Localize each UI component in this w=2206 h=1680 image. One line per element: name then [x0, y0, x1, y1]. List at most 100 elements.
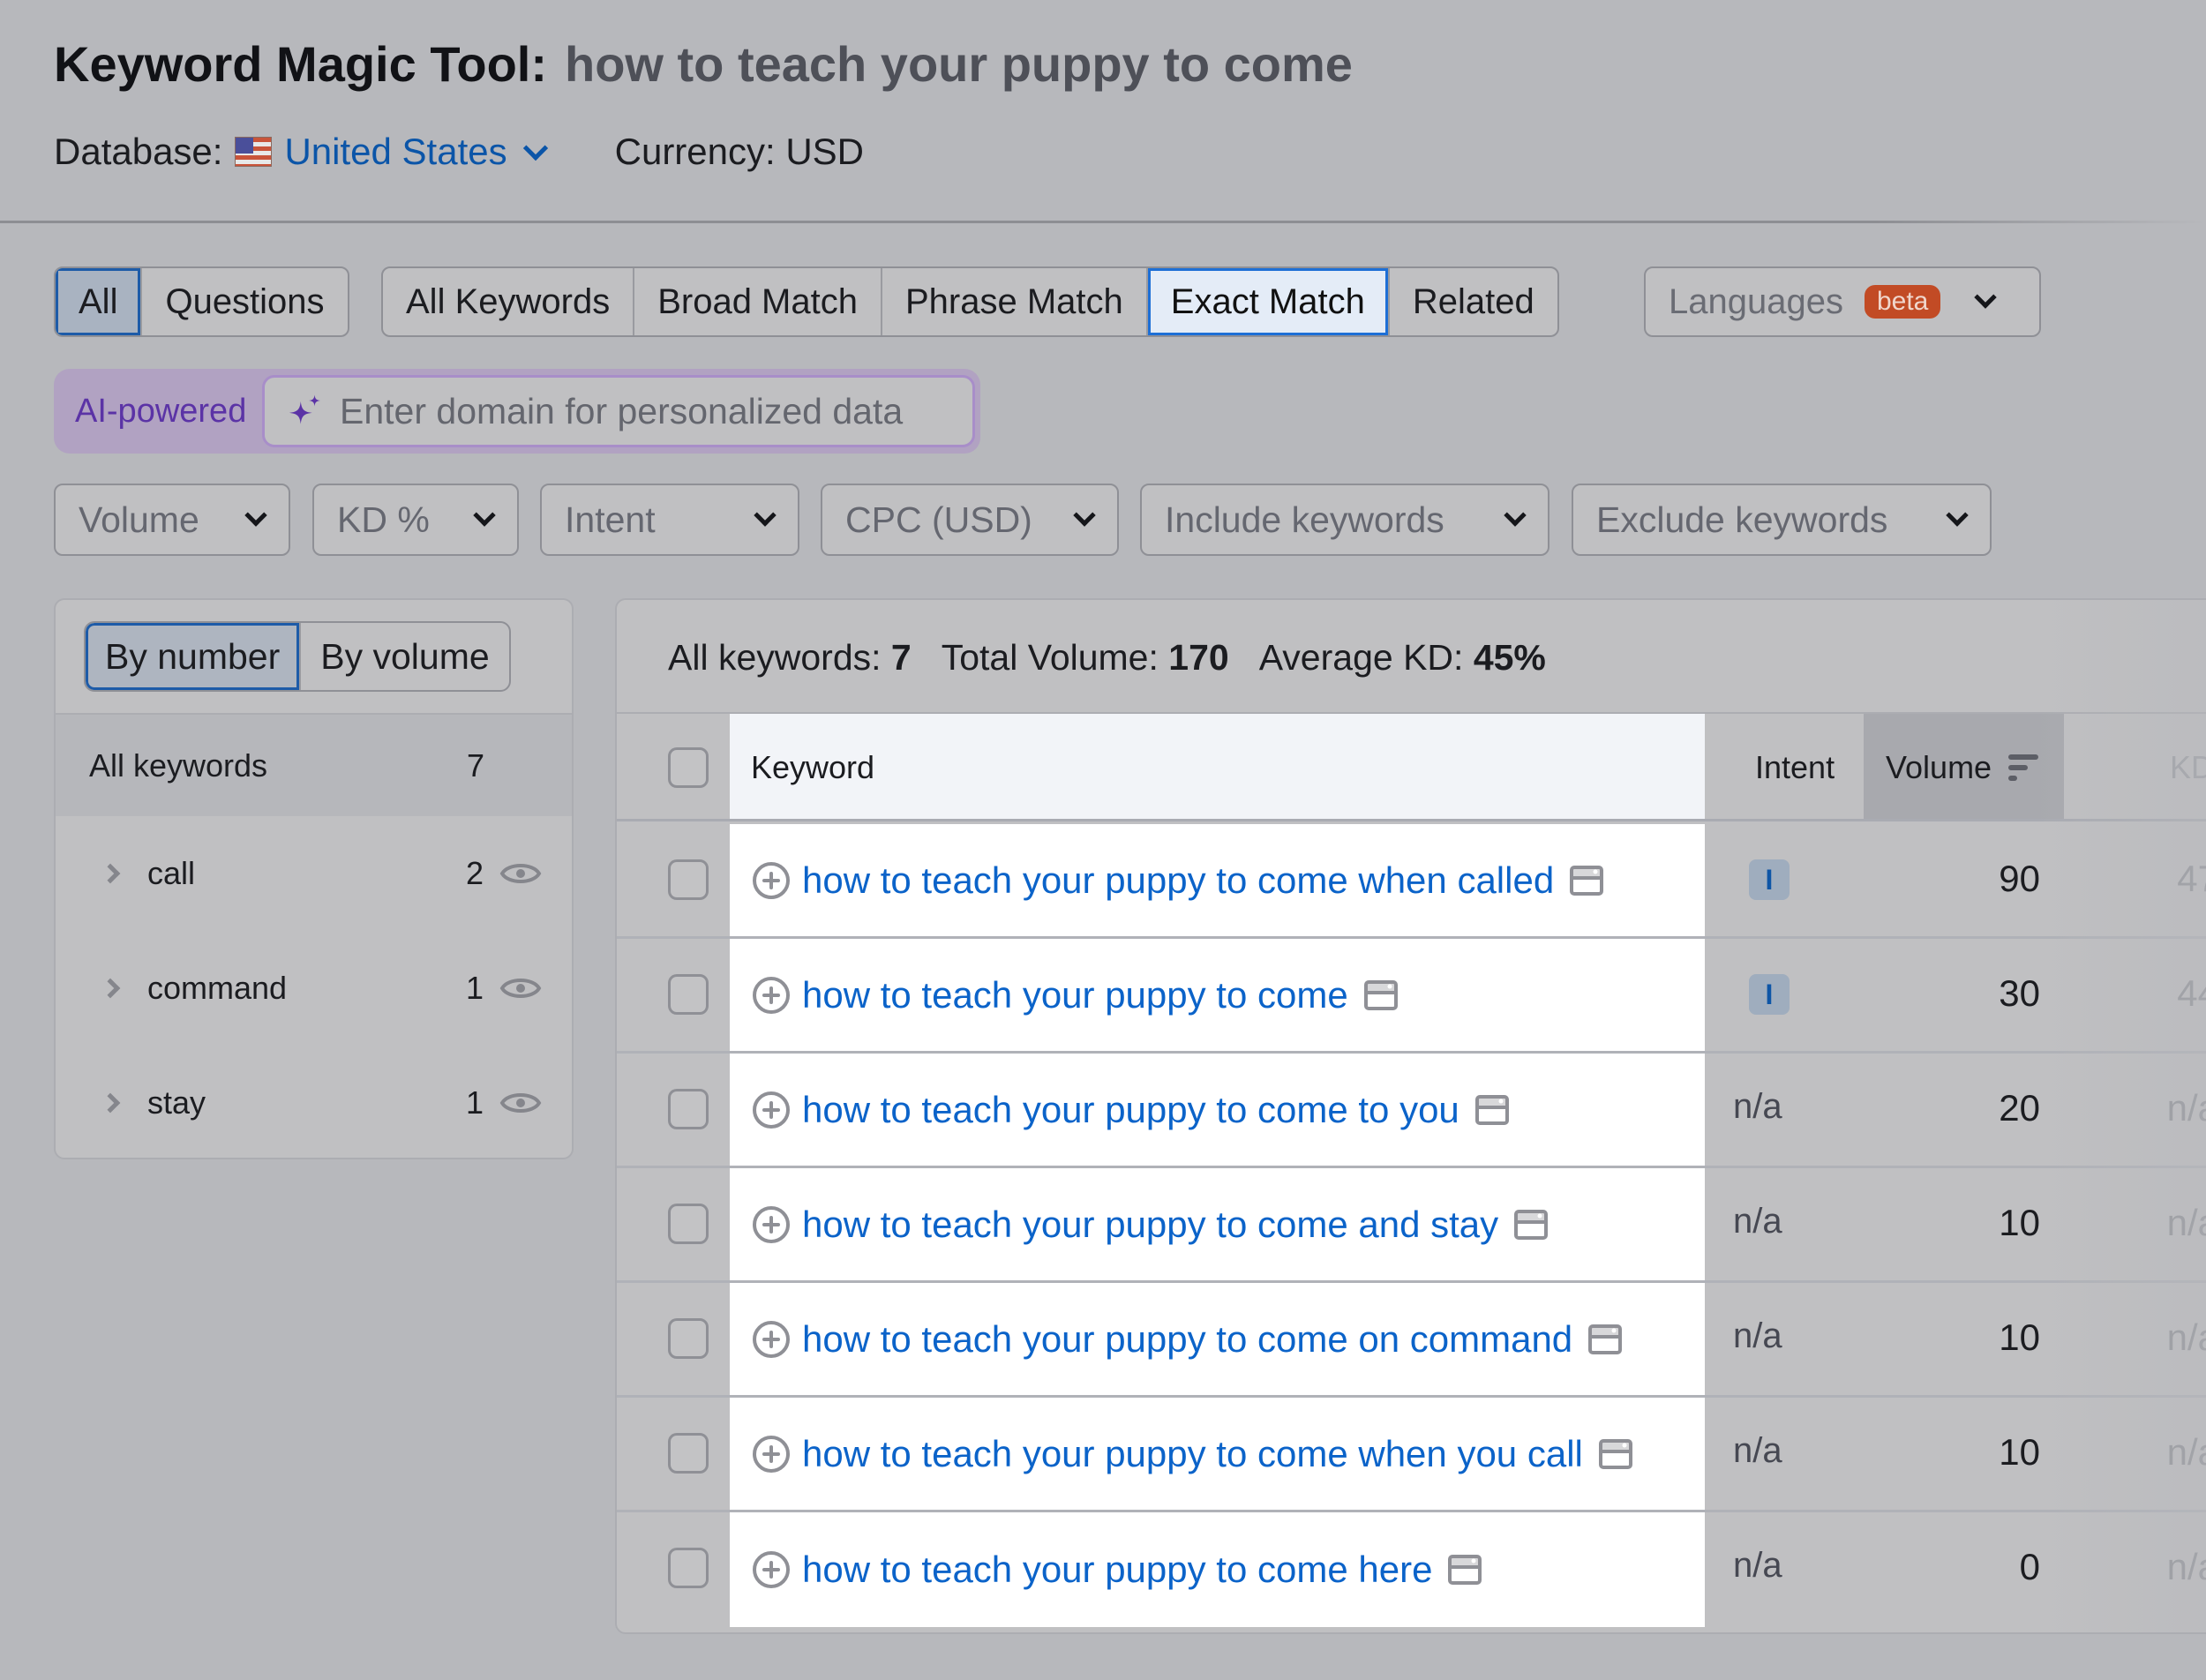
chevron-down-icon	[473, 504, 496, 527]
group-item[interactable]: command 1	[56, 944, 572, 1032]
keyword-cell: how to teach your puppy to come and stay	[730, 1168, 1705, 1280]
beta-badge: beta	[1864, 285, 1941, 319]
currency-label: Currency: USD	[614, 131, 865, 172]
volume-filter[interactable]: Volume	[54, 484, 290, 556]
serp-preview-icon[interactable]	[1570, 865, 1604, 896]
add-to-list-icon[interactable]	[751, 860, 792, 901]
intent-value: n/a	[1733, 1546, 1782, 1585]
chevron-right-icon[interactable]	[100, 863, 121, 884]
keyword-cell: how to teach your puppy to come here	[730, 1512, 1705, 1627]
column-header-intent[interactable]: Intent	[1755, 749, 1835, 786]
add-to-list-icon[interactable]	[751, 1319, 792, 1360]
table-row: how to teach your puppy to come I 30 44	[617, 939, 2206, 1054]
serp-preview-icon[interactable]	[1588, 1324, 1623, 1354]
intent-value: n/a	[1733, 1087, 1782, 1126]
cpc-filter[interactable]: CPC (USD)	[821, 484, 1119, 556]
group-name: command	[147, 970, 288, 1006]
serp-preview-icon[interactable]	[1514, 1209, 1549, 1240]
keyword-link[interactable]: how to teach your puppy to come when cal…	[802, 859, 1554, 902]
keyword-cell: how to teach your puppy to come when you…	[730, 1398, 1705, 1510]
group-item[interactable]: stay 1	[56, 1059, 572, 1147]
group-item[interactable]: call 2	[56, 829, 572, 918]
group-count: 2	[465, 855, 484, 891]
serp-preview-icon[interactable]	[1474, 1094, 1509, 1125]
summary-kd-value: 45%	[1473, 637, 1546, 678]
by-number-button[interactable]: By number	[86, 623, 300, 690]
search-query: how to teach your puppy to come	[565, 36, 1353, 92]
tab-questions[interactable]: Questions	[142, 268, 347, 335]
volume-value: 90	[1999, 858, 2040, 899]
add-to-list-icon[interactable]	[751, 1090, 792, 1130]
volume-value: 10	[1999, 1316, 2040, 1358]
summary-kd-label: Average KD:	[1258, 637, 1464, 678]
row-checkbox[interactable]	[668, 1548, 709, 1588]
volume-value: 10	[1999, 1202, 2040, 1243]
keyword-link[interactable]: how to teach your puppy to come here	[802, 1549, 1432, 1591]
ai-powered-label: AI-powered	[75, 392, 247, 430]
serp-preview-icon[interactable]	[1363, 979, 1398, 1010]
kd-value: n/a	[2166, 1546, 2206, 1587]
us-flag-icon	[235, 137, 273, 167]
table-row: how to teach your puppy to come here n/a…	[617, 1512, 2206, 1627]
intent-value: n/a	[1733, 1431, 1782, 1470]
chevron-right-icon[interactable]	[100, 1092, 121, 1114]
group-count: 1	[465, 1084, 484, 1121]
exclude-keywords-filter[interactable]: Exclude keywords	[1572, 484, 1992, 556]
tab-exact-match[interactable]: Exact Match	[1147, 268, 1390, 335]
domain-input-wrapper[interactable]	[262, 375, 975, 447]
row-checkbox[interactable]	[668, 974, 709, 1015]
tab-all-keywords[interactable]: All Keywords	[383, 268, 635, 335]
volume-value: 10	[1999, 1431, 2040, 1473]
row-checkbox[interactable]	[668, 859, 709, 900]
group-sort-toggle: By number By volume	[84, 621, 511, 692]
languages-dropdown[interactable]: Languages beta	[1644, 266, 2041, 337]
keyword-link[interactable]: how to teach your puppy to come to you	[802, 1089, 1459, 1131]
row-checkbox[interactable]	[668, 1089, 709, 1129]
filter-label: CPC (USD)	[845, 499, 1032, 540]
keyword-link[interactable]: how to teach your puppy to come on comma…	[802, 1318, 1572, 1361]
sort-descending-icon[interactable]	[2008, 753, 2040, 783]
keyword-link[interactable]: how to teach your puppy to come	[802, 974, 1348, 1016]
keyword-link[interactable]: how to teach your puppy to come and stay	[802, 1204, 1498, 1246]
intent-badge-informational: I	[1749, 859, 1790, 900]
domain-input[interactable]	[340, 390, 972, 432]
add-to-list-icon[interactable]	[751, 1549, 792, 1590]
by-volume-button[interactable]: By volume	[299, 623, 508, 690]
chevron-right-icon[interactable]	[100, 978, 121, 999]
keyword-cell: how to teach your puppy to come when cal…	[730, 824, 1705, 936]
column-header-keyword[interactable]: Keyword	[751, 749, 874, 786]
add-to-list-icon[interactable]	[751, 975, 792, 1016]
select-all-checkbox[interactable]	[668, 747, 709, 788]
database-selector[interactable]: United States	[284, 131, 506, 173]
group-name: stay	[147, 1084, 206, 1121]
table-row: how to teach your puppy to come on comma…	[617, 1283, 2206, 1398]
serp-preview-icon[interactable]	[1448, 1555, 1482, 1585]
serp-preview-icon[interactable]	[1598, 1438, 1632, 1469]
keyword-groups-panel: By number By volume All keywords 7 call …	[54, 598, 574, 1159]
row-checkbox[interactable]	[668, 1433, 709, 1474]
intent-filter[interactable]: Intent	[540, 484, 799, 556]
kd-filter[interactable]: KD %	[312, 484, 519, 556]
eye-icon[interactable]	[499, 974, 542, 1002]
tab-related[interactable]: Related	[1390, 268, 1557, 335]
column-header-kd[interactable]: KD	[2170, 749, 2206, 786]
eye-icon[interactable]	[499, 859, 542, 888]
chevron-down-icon	[1073, 504, 1096, 527]
tab-phrase-match[interactable]: Phrase Match	[882, 268, 1148, 335]
include-keywords-filter[interactable]: Include keywords	[1140, 484, 1549, 556]
row-checkbox[interactable]	[668, 1204, 709, 1244]
tab-broad-match[interactable]: Broad Match	[634, 268, 882, 335]
tab-all[interactable]: All	[56, 268, 143, 335]
eye-icon[interactable]	[499, 1089, 542, 1117]
group-all-keywords[interactable]: All keywords 7	[56, 715, 572, 816]
keyword-link[interactable]: how to teach your puppy to come when you…	[802, 1433, 1583, 1475]
group-name: call	[147, 855, 196, 891]
chevron-down-icon[interactable]	[522, 135, 548, 161]
add-to-list-icon[interactable]	[751, 1204, 792, 1245]
add-to-list-icon[interactable]	[751, 1434, 792, 1474]
group-count: 7	[467, 746, 485, 784]
column-header-volume[interactable]: Volume	[1886, 749, 1992, 786]
row-checkbox[interactable]	[668, 1318, 709, 1359]
intent-value: n/a	[1733, 1316, 1782, 1355]
header-divider	[0, 221, 2206, 223]
